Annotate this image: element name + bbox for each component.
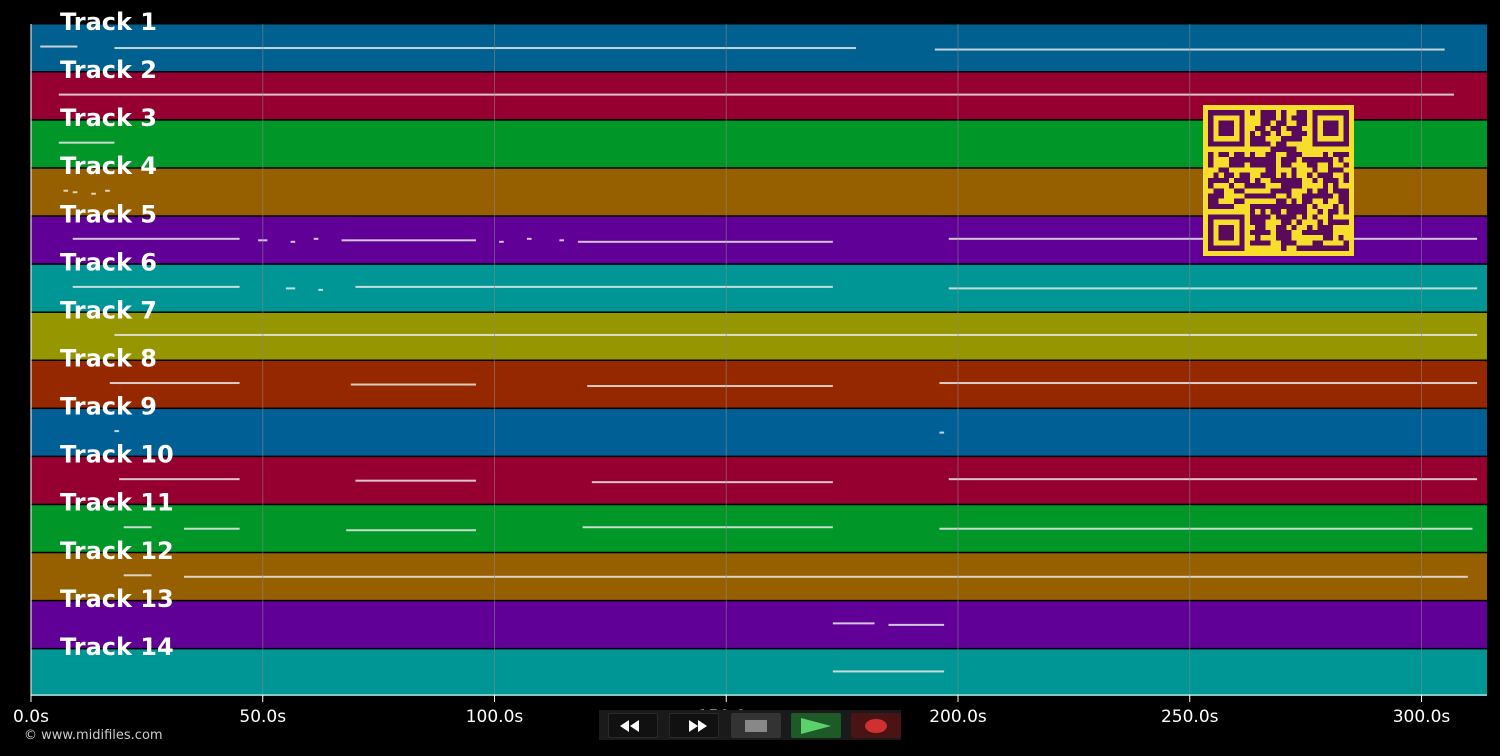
- note-event: [119, 478, 240, 481]
- stop-button[interactable]: [731, 713, 781, 738]
- time-tick-label: 50.0s: [239, 707, 286, 727]
- note-event: [832, 622, 875, 625]
- track-label: Track 5: [60, 200, 157, 228]
- track-lane: [31, 601, 1487, 648]
- note-event: [58, 93, 1454, 96]
- track-label: Track 9: [60, 393, 157, 421]
- note-event: [355, 285, 833, 288]
- track-label: Track 12: [60, 537, 174, 565]
- note-event: [123, 574, 152, 577]
- note-event: [285, 287, 296, 290]
- note-event: [72, 285, 240, 288]
- note-event: [318, 288, 324, 291]
- note-event: [948, 287, 1478, 290]
- note-event: [183, 527, 240, 530]
- note-event: [109, 382, 240, 385]
- record-button[interactable]: [851, 713, 901, 738]
- note-event: [939, 527, 1473, 530]
- track-label: Track 11: [60, 489, 174, 517]
- track-label: Track 10: [60, 441, 174, 469]
- stop-icon: [745, 719, 767, 732]
- note-event: [72, 237, 240, 240]
- note-event: [105, 189, 110, 192]
- time-tick-label: 100.0s: [466, 707, 524, 727]
- note-event: [313, 237, 319, 240]
- note-event: [499, 240, 504, 243]
- track-lane: [31, 649, 1487, 696]
- track-label: Track 6: [60, 248, 157, 276]
- note-event: [526, 237, 532, 240]
- note-event: [114, 333, 1478, 336]
- qr-code[interactable]: [1203, 105, 1354, 256]
- note-event: [355, 479, 476, 482]
- note-event: [72, 191, 78, 194]
- note-event: [63, 189, 69, 192]
- fast-forward-button[interactable]: [669, 713, 719, 738]
- track-lane: [31, 457, 1487, 504]
- note-event: [341, 239, 476, 242]
- transport-controls: [599, 710, 901, 740]
- note-event: [346, 529, 476, 532]
- note-event: [91, 192, 96, 195]
- rewind-icon: [620, 719, 646, 732]
- time-tick-label: 0.0s: [13, 707, 49, 727]
- note-event: [948, 478, 1478, 481]
- note-event: [40, 45, 78, 48]
- play-icon: [801, 717, 831, 734]
- fast-forward-icon: [689, 719, 707, 732]
- note-event: [577, 240, 833, 243]
- rewind-button[interactable]: [608, 713, 658, 738]
- note-event: [939, 382, 1478, 385]
- record-icon: [865, 718, 887, 733]
- note-event: [183, 575, 1468, 578]
- play-button[interactable]: [791, 713, 841, 738]
- copyright-text: © www.midifiles.com: [24, 728, 163, 743]
- note-event: [939, 431, 945, 434]
- note-event: [290, 240, 296, 243]
- note-event: [582, 526, 833, 529]
- note-event: [888, 623, 945, 626]
- note-event: [350, 383, 476, 386]
- note-event: [114, 47, 857, 50]
- time-tick-label: 300.0s: [1393, 707, 1451, 727]
- track-lane: [31, 409, 1487, 456]
- track-label: Track 1: [60, 8, 157, 36]
- track-label: Track 7: [60, 296, 157, 324]
- note-event: [123, 526, 152, 529]
- track-label: Track 2: [60, 56, 157, 84]
- note-event: [832, 670, 945, 673]
- note-event: [114, 430, 120, 433]
- track-lane: [31, 312, 1487, 360]
- track-label: Track 3: [60, 104, 157, 132]
- time-tick-label: 200.0s: [929, 707, 987, 727]
- track-label: Track 8: [60, 344, 157, 372]
- note-event: [591, 481, 833, 484]
- note-event: [58, 141, 115, 144]
- time-tick-label: 250.0s: [1161, 707, 1219, 727]
- note-event: [559, 239, 565, 242]
- track-label: Track 4: [60, 152, 157, 180]
- track-label: Track 14: [60, 633, 174, 661]
- track-lane: [31, 360, 1487, 408]
- note-event: [587, 385, 833, 388]
- track-label: Track 13: [60, 585, 174, 613]
